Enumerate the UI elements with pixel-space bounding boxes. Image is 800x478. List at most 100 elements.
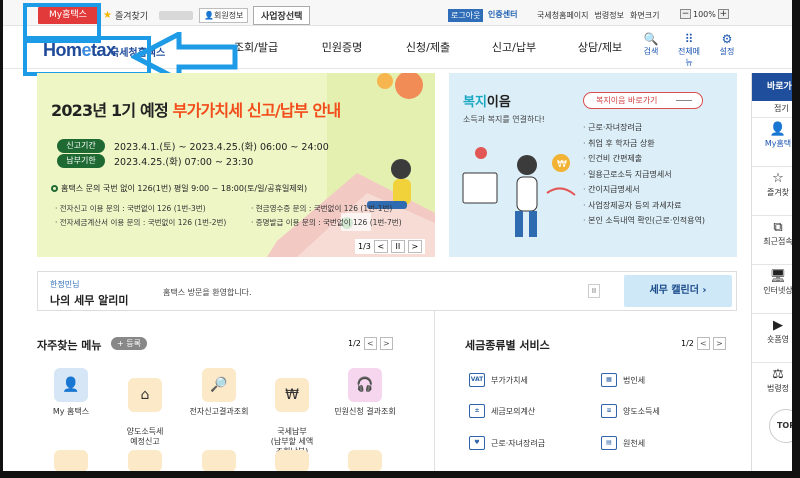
favorite-item-partial[interactable] [202,450,236,471]
quick-item-shortform-video[interactable]: ▶ 숏폼영 [752,313,792,359]
welfare-subtitle: 소득과 복지를 연결하다! [463,115,545,124]
vat-banner[interactable]: 2023년 1기 예정 부가가치세 신고/납부 안내 신고기간 2023.4.1… [37,73,435,257]
favorite-item-transfer-tax[interactable]: ⌂ 양도소득세 예정신고 [110,368,180,447]
welfare-item[interactable]: 인건비 간편제출 [583,151,705,167]
service-prev-button[interactable]: < [696,337,710,350]
quick-item-online-consult[interactable]: 🖥 인터넷상 [752,264,792,310]
favorite-item-tax-payment[interactable]: ₩ 국세납부 (납부할 세액 조회납부) [257,368,327,457]
welfare-illustration: ₩ [462,147,576,237]
welfare-item[interactable]: 사업장제공자 등의 과세자료 [583,198,705,214]
member-info-button[interactable]: 👤회원정보 [199,8,249,23]
gear-icon: ⚙ [721,32,733,46]
grid-icon: ⠿ [684,32,694,46]
quick-item-law-info[interactable]: ⚖ 법령정 [752,362,792,408]
zoom-out-button[interactable]: − [680,9,691,19]
banner-title-part-a: 2023년 1기 예정 [51,101,173,120]
service-item-label: 양도소득세 [623,406,660,416]
quick-item-label: 숏폼영 [766,335,790,344]
banner-pause-button[interactable]: II [390,240,405,253]
favorite-menu-title: 자주찾는 메뉴 [37,339,102,352]
welfare-shortcut-button[interactable]: 복지이음 바로가기 [583,92,703,109]
zoom-in-button[interactable]: + [717,9,729,19]
bookmark-link[interactable]: ★ 즐겨찾기 [103,9,148,22]
piggy-bank-icon: ₩ [275,378,309,412]
banner-prev-button[interactable]: < [373,240,388,253]
tax-calendar-label: 세무 캘린더 [649,285,699,296]
settings-label: 설정 [719,47,735,56]
favorite-next-button[interactable]: > [379,337,393,350]
building-icon: ▦ [601,373,617,387]
service-pager: 1/2 < > [681,337,726,350]
service-page-indicator: 1/2 [681,339,694,348]
heart-hand-icon: ♥ [469,436,485,450]
law-info-link[interactable]: 법령정보 [595,10,624,21]
all-menu-button[interactable]: ⠿ 전체메뉴 [677,32,701,68]
service-item-transfer-tax[interactable]: ≡ 양도소득세 [601,404,660,418]
inquiry-text: 홈택스 문의 국번 없이 126(1번) 평일 9:00 ~ 18:00(토/일… [61,184,308,193]
service-item-tax-simulation[interactable]: ± 세금모의계산 [469,404,535,418]
quick-item-label: 법령정 [766,384,790,393]
favorite-item-partial[interactable] [348,450,382,471]
inquiry-line: 홈택스 문의 국번 없이 126(1번) 평일 9:00 ~ 18:00(토/일… [51,183,307,194]
scroll-top-button[interactable]: TOP [769,409,792,443]
member-info-label: 회원정보 [213,11,244,20]
service-item-label: 법인세 [623,375,646,385]
vat-icon: VAT [469,373,485,387]
welfare-item[interactable]: 취업 후 학자금 상환 [583,136,705,152]
business-select-button[interactable]: 사업장선택 [253,6,311,25]
star-icon: ☆ [772,171,784,186]
favorite-item-civil-result[interactable]: 🎧 민원신청 결과조회 [330,368,400,417]
welfare-title: 복지이음 [463,91,511,110]
chevron-right-icon: › [702,285,707,296]
quick-item-my-hometax[interactable]: 👤 My홈택 [752,117,792,163]
welfare-button-label: 복지이음 바로가기 [596,96,658,105]
register-favorite-button[interactable]: + 등록 [111,337,147,350]
favorite-menu-section: 자주찾는 메뉴 + 등록 1/2 < > 👤 My 홈택스 ⌂ 양도소득세 예정… [36,330,407,471]
quick-item-recent[interactable]: ⧉ 최근접속 [752,215,792,261]
service-item-vat[interactable]: VAT 부가가치세 [469,373,528,387]
logout-button[interactable]: 로그아웃 [448,9,484,22]
welfare-list: 근로·자녀장려금 취업 후 학자금 상환 인건비 간편제출 일용근로소득 지급명… [583,120,705,229]
user-icon: 👤 [204,11,214,20]
welfare-item[interactable]: 간이지급명세서 [583,182,705,198]
headset-icon: 🎧 [348,368,382,402]
favorite-page-indicator: 1/2 [348,339,361,348]
welfare-item[interactable]: 근로·자녀장려금 [583,120,705,136]
star-icon: ★ [103,10,112,21]
settings-button[interactable]: ⚙ 설정 [715,32,739,68]
service-item-corporate-tax[interactable]: ▦ 법인세 [601,373,645,387]
inquiry-item: · 전자신고 이용 문의 : 국번없이 126 (1번-3번) [55,204,206,213]
quick-menu-fold-button[interactable]: 접기 [752,103,792,114]
national-tax-link[interactable]: 국세청홈페이지 [537,10,589,21]
welfare-item[interactable]: 일용근로소득 지급명세서 [583,167,705,183]
calculator-icon: ± [469,404,485,418]
user-greeting: 한정민님 [50,280,80,289]
favorite-item-my-hometax[interactable]: 👤 My 홈택스 [36,368,106,417]
welfare-item[interactable]: 본인 소득내역 확인(근로·인적용역) [583,213,705,229]
tax-alarm-title: 나의 세무 알리미 [50,294,129,307]
alarm-pause-button[interactable]: II [588,284,600,298]
nav-item-certificate[interactable]: 민원증명 [299,39,385,55]
video-icon: ▶ [773,318,783,333]
service-next-button[interactable]: > [712,337,726,350]
banner-next-button[interactable]: > [407,240,422,253]
search-button[interactable]: 🔍 검색 [639,32,663,68]
favorite-item-partial[interactable] [275,450,309,471]
nav-item-report[interactable]: 신고/납부 [471,39,557,55]
service-item-earned-income-credit[interactable]: ♥ 근로·자녀장려금 [469,436,545,450]
inquiry-item: · 증명발급 이용 문의 : 국번없이 126 (1번-7번) [251,218,402,227]
favorite-item-partial[interactable] [54,450,88,471]
browser-viewport: My홈택스 ★ 즐겨찾기 👤회원정보 사업장선택 로그아웃 인증센터 국세청홈페… [0,0,800,478]
tax-calendar-button[interactable]: 세무 캘린더 › [624,275,732,307]
inquiry-item: · 전자세금계산서 이용 문의 : 국번없이 126 (1번-2번) [55,218,227,227]
favorite-item-partial[interactable] [128,450,162,471]
quick-item-bookmark[interactable]: ☆ 즐겨찾 [752,166,792,212]
nav-item-apply[interactable]: 신청/제출 [385,39,471,55]
favorite-item-efiling-result[interactable]: 🔎 전자신고결과조회 [184,368,254,417]
favorite-pager: 1/2 < > [348,337,393,350]
favorite-prev-button[interactable]: < [363,337,377,350]
welfare-panel: 복지이음 소득과 복지를 연결하다! 복지이음 바로가기 ₩ 근로·자녀장려금 … [449,73,737,257]
cert-center-link[interactable]: 인증센터 [488,9,517,20]
nav-item-consult[interactable]: 상담/제보 [557,39,643,55]
service-item-withholding-tax[interactable]: ▤ 원천세 [601,436,645,450]
